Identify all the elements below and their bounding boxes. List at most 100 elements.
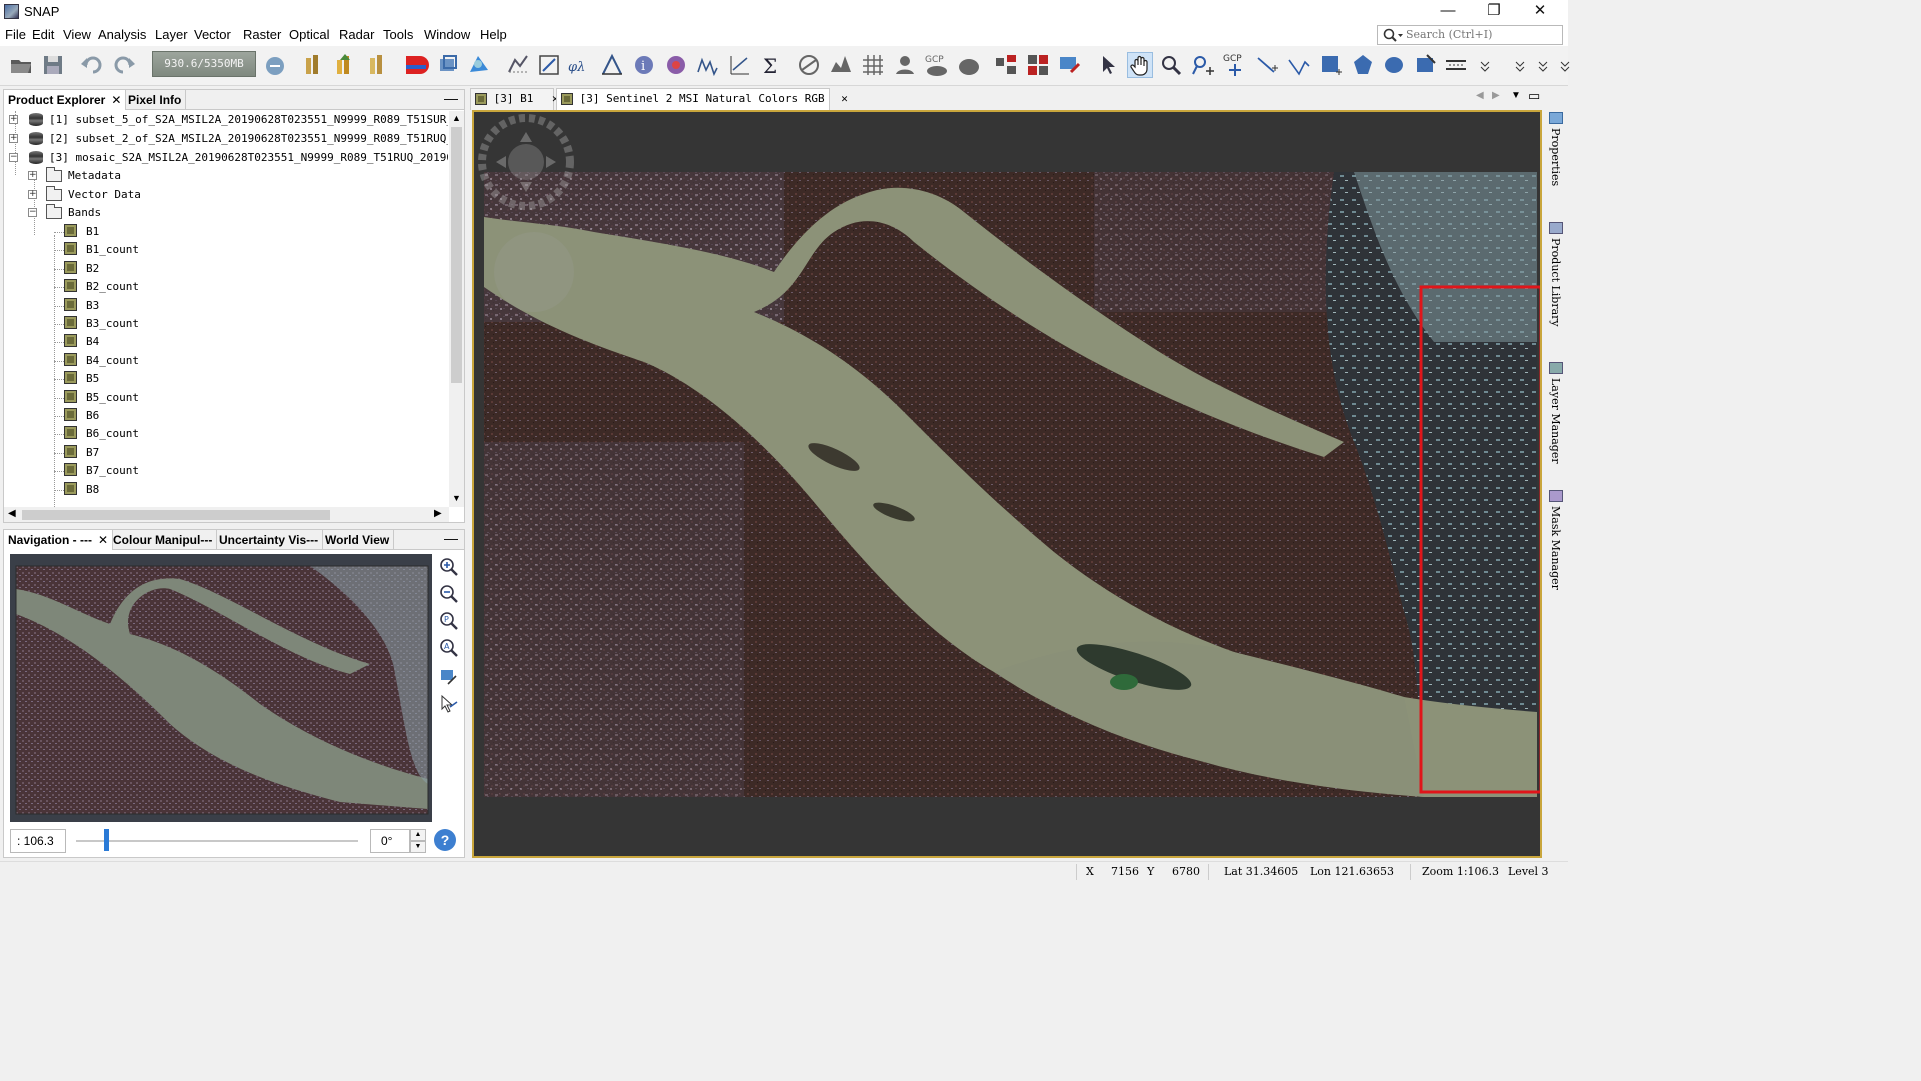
line-drawing-tool-icon[interactable] xyxy=(1254,52,1280,78)
collapse-icon[interactable]: − xyxy=(9,153,18,162)
menu-tools[interactable]: Tools xyxy=(383,27,413,42)
information-icon[interactable]: i xyxy=(631,52,657,78)
save-product-icon[interactable] xyxy=(40,52,66,78)
gcp-overlay-icon[interactable]: GCP xyxy=(924,52,950,78)
zoom-all-icon[interactable]: A xyxy=(438,637,460,659)
rotation-down-icon[interactable]: ▼ xyxy=(410,841,426,853)
select-tool-icon[interactable] xyxy=(1095,52,1121,78)
tab-band-b1[interactable]: [3] B1 ✕ xyxy=(470,88,559,110)
spectrum-view-icon[interactable]: φλ xyxy=(567,52,593,78)
close-icon[interactable]: ✕ xyxy=(841,92,848,105)
menu-vector[interactable]: Vector xyxy=(194,27,231,42)
menu-file[interactable]: File xyxy=(5,27,26,42)
scroll-thumb[interactable] xyxy=(451,127,462,383)
menu-optical[interactable]: Optical xyxy=(289,27,329,42)
polygon-drawing-tool-icon[interactable] xyxy=(1350,52,1376,78)
expand-icon[interactable]: + xyxy=(28,171,37,180)
tab-navigation[interactable]: Navigation - --- ✕ xyxy=(4,530,114,550)
menu-edit[interactable]: Edit xyxy=(32,27,54,42)
scroll-up-icon[interactable]: ▲ xyxy=(452,113,461,123)
navigation-thumbnail[interactable] xyxy=(10,554,432,822)
minimize-panel-icon[interactable]: — xyxy=(444,530,458,546)
maximize-window-icon[interactable]: ▭ xyxy=(1528,88,1540,104)
search-input[interactable]: Search (Ctrl+I) xyxy=(1377,25,1563,45)
profile-plot-icon[interactable] xyxy=(695,52,721,78)
tab-pixel-info[interactable]: Pixel Info xyxy=(124,90,187,110)
sidebar-mask-manager[interactable]: Mask Manager xyxy=(1549,506,1562,590)
zoom-in-icon[interactable] xyxy=(438,556,460,578)
geo-coding-icon[interactable] xyxy=(663,52,689,78)
menu-window[interactable]: Window xyxy=(424,27,470,42)
menu-help[interactable]: Help xyxy=(480,27,507,42)
sidebar-layer-manager[interactable]: Layer Manager xyxy=(1549,378,1562,464)
tab-product-explorer[interactable]: Product Explorer ✕ xyxy=(4,90,127,110)
import-raster-icon[interactable] xyxy=(300,52,326,78)
rotation-up-icon[interactable]: ▲ xyxy=(410,829,426,841)
tab-natural-colors-rgb[interactable]: [3] Sentinel 2 MSI Natural Colors RGB ✕ xyxy=(556,88,848,110)
overlay-tool-icon[interactable] xyxy=(828,52,854,78)
range-finder-tool-icon[interactable] xyxy=(1443,52,1469,78)
zoom-slider-thumb[interactable] xyxy=(104,829,109,851)
zoom-slider-track[interactable] xyxy=(76,840,358,842)
tree-vertical-scrollbar[interactable]: ▲ ▼ xyxy=(449,111,464,507)
zoom-pixel-icon[interactable]: P xyxy=(438,610,460,632)
expand-icon[interactable]: + xyxy=(28,190,37,199)
tile-horizontally-icon[interactable] xyxy=(993,52,1019,78)
help-icon[interactable]: ? xyxy=(434,829,456,851)
pin-overlay-icon[interactable] xyxy=(892,52,918,78)
menu-view[interactable]: View xyxy=(63,27,91,42)
close-icon[interactable]: ✕ xyxy=(98,533,108,547)
menu-layer[interactable]: Layer xyxy=(155,27,188,42)
restore-button[interactable]: ❐ xyxy=(1471,0,1517,24)
zoom-out-icon[interactable] xyxy=(438,583,460,605)
statistics-icon[interactable]: Σ xyxy=(758,52,784,78)
sidebar-properties[interactable]: Properties xyxy=(1549,128,1562,186)
graticule-icon[interactable] xyxy=(860,52,886,78)
scroll-right-icon[interactable]: ▶ xyxy=(434,508,442,519)
sync-views-icon[interactable] xyxy=(1057,52,1083,78)
graph-builder-icon[interactable] xyxy=(536,52,562,78)
toolbar-overflow-3-icon[interactable] xyxy=(1530,52,1548,78)
rectangle-drawing-tool-icon[interactable] xyxy=(1318,52,1344,78)
scroll-thumb[interactable] xyxy=(22,510,330,520)
toolbar-overflow-icon[interactable] xyxy=(1472,52,1490,78)
tab-list-icon[interactable]: ▼ xyxy=(1511,90,1521,101)
menu-analysis[interactable]: Analysis xyxy=(98,27,146,42)
minimize-button[interactable]: — xyxy=(1425,0,1471,24)
menu-raster[interactable]: Raster xyxy=(243,27,281,42)
gcp-placing-tool-icon[interactable]: GCP xyxy=(1222,52,1248,78)
minimize-panel-icon[interactable]: — xyxy=(444,90,458,106)
tab-colour-manipulation[interactable]: Colour Manipul--- xyxy=(109,530,218,550)
import-vector-icon[interactable] xyxy=(332,52,358,78)
tab-uncertainty-visualisation[interactable]: Uncertainty Vis--- xyxy=(215,530,324,550)
toolbar-overflow-4-icon[interactable] xyxy=(1552,52,1570,78)
menu-radar[interactable]: Radar xyxy=(339,27,374,42)
sync-views-icon[interactable] xyxy=(438,666,460,688)
collapse-icon[interactable]: − xyxy=(28,208,37,217)
pan-tool-icon[interactable] xyxy=(1127,52,1153,78)
memory-indicator[interactable]: 930.6/5350MB xyxy=(152,51,256,77)
polyline-drawing-tool-icon[interactable] xyxy=(1286,52,1312,78)
close-button[interactable]: ✕ xyxy=(1517,0,1563,24)
open-product-icon[interactable] xyxy=(8,52,34,78)
mask-area-icon[interactable] xyxy=(796,52,822,78)
export-icon[interactable] xyxy=(364,52,390,78)
scroll-down-icon[interactable]: ▼ xyxy=(452,493,461,503)
rgb-image-icon[interactable] xyxy=(403,52,429,78)
tree-horizontal-scrollbar[interactable]: ◀ ▶ xyxy=(4,507,449,522)
garbage-collect-icon[interactable] xyxy=(262,52,288,78)
sidebar-product-library[interactable]: Product Library xyxy=(1549,238,1562,327)
shape-overlay-icon[interactable] xyxy=(956,52,982,78)
pin-placing-tool-icon[interactable] xyxy=(1190,52,1216,78)
tile-evenly-icon[interactable] xyxy=(1025,52,1051,78)
sync-cursor-icon[interactable] xyxy=(438,693,460,715)
zoom-tool-icon[interactable] xyxy=(1158,52,1184,78)
tab-scroll-left-icon[interactable]: ◀ xyxy=(1476,90,1484,101)
rotation-field[interactable]: 0° xyxy=(370,829,410,853)
close-icon[interactable]: ✕ xyxy=(111,93,121,107)
undo-icon[interactable] xyxy=(79,52,105,78)
ellipse-drawing-tool-icon[interactable] xyxy=(1381,52,1407,78)
tab-world-view[interactable]: World View xyxy=(321,530,395,550)
expand-icon[interactable]: + xyxy=(9,115,18,124)
pin-manager-icon[interactable] xyxy=(505,52,531,78)
